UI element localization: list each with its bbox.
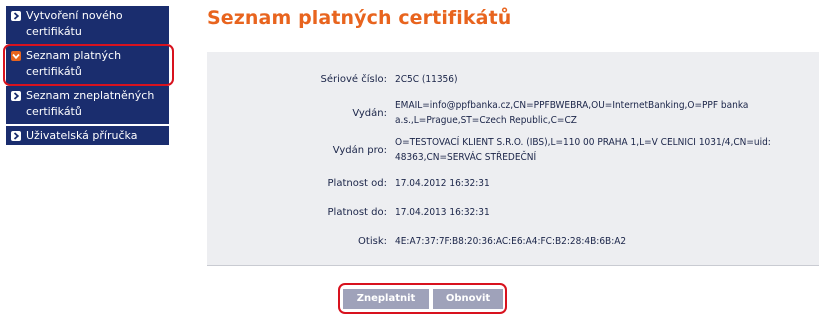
- sidebar-item-new-certificate[interactable]: Vytvoření nového certifikátu: [6, 6, 169, 44]
- detail-value: O=TESTOVACÍ KLIENT S.R.O. (IBS),L=110 00…: [395, 137, 771, 163]
- detail-value: 4E:A7:37:7F:B8:20:36:AC:E6:A4:FC:B2:28:4…: [395, 236, 627, 247]
- sidebar-item-revoked-certificates[interactable]: Seznam zneplatněných certifikátů: [6, 86, 169, 124]
- detail-label: Vydán pro:: [332, 145, 387, 156]
- detail-value: 17.04.2012 16:32:31: [395, 178, 490, 189]
- detail-value: 2C5C (11356): [395, 74, 458, 85]
- sidebar-item-label: Seznam platných certifikátů: [26, 49, 122, 78]
- detail-label: Vydán:: [352, 108, 387, 119]
- sidebar-item-label: Seznam zneplatněných certifikátů: [26, 89, 155, 118]
- sidebar-item-valid-certificates[interactable]: Seznam platných certifikátů: [6, 46, 169, 84]
- detail-label: Sériové číslo:: [320, 74, 387, 85]
- detail-label: Platnost od:: [327, 178, 387, 189]
- invalidate-button[interactable]: Zneplatnit: [343, 289, 429, 309]
- sidebar-nav: Vytvoření nového certifikátu Seznam plat…: [3, 6, 174, 147]
- arrow-right-icon: [11, 11, 21, 21]
- certificate-details-panel: Sériové číslo: 2C5C (11356) Vydán: EMAIL…: [207, 52, 819, 266]
- arrow-right-icon: [11, 131, 21, 141]
- detail-value: 17.04.2013 16:32:31: [395, 207, 490, 218]
- sidebar-item-label: Uživatelská příručka: [26, 129, 138, 142]
- arrow-right-icon: [11, 91, 21, 101]
- refresh-button[interactable]: Obnovit: [433, 289, 503, 309]
- detail-label: Platnost do:: [327, 207, 387, 218]
- arrow-down-icon: [11, 51, 21, 61]
- page-title: Seznam platných certifikátů: [207, 7, 512, 29]
- sidebar-item-user-guide[interactable]: Uživatelská příručka: [6, 126, 169, 145]
- detail-value: EMAIL=info@ppfbanka.cz,CN=PPFBWEBRA,OU=I…: [395, 100, 749, 126]
- sidebar-item-label: Vytvoření nového certifikátu: [26, 9, 123, 38]
- detail-label: Otisk:: [358, 236, 387, 247]
